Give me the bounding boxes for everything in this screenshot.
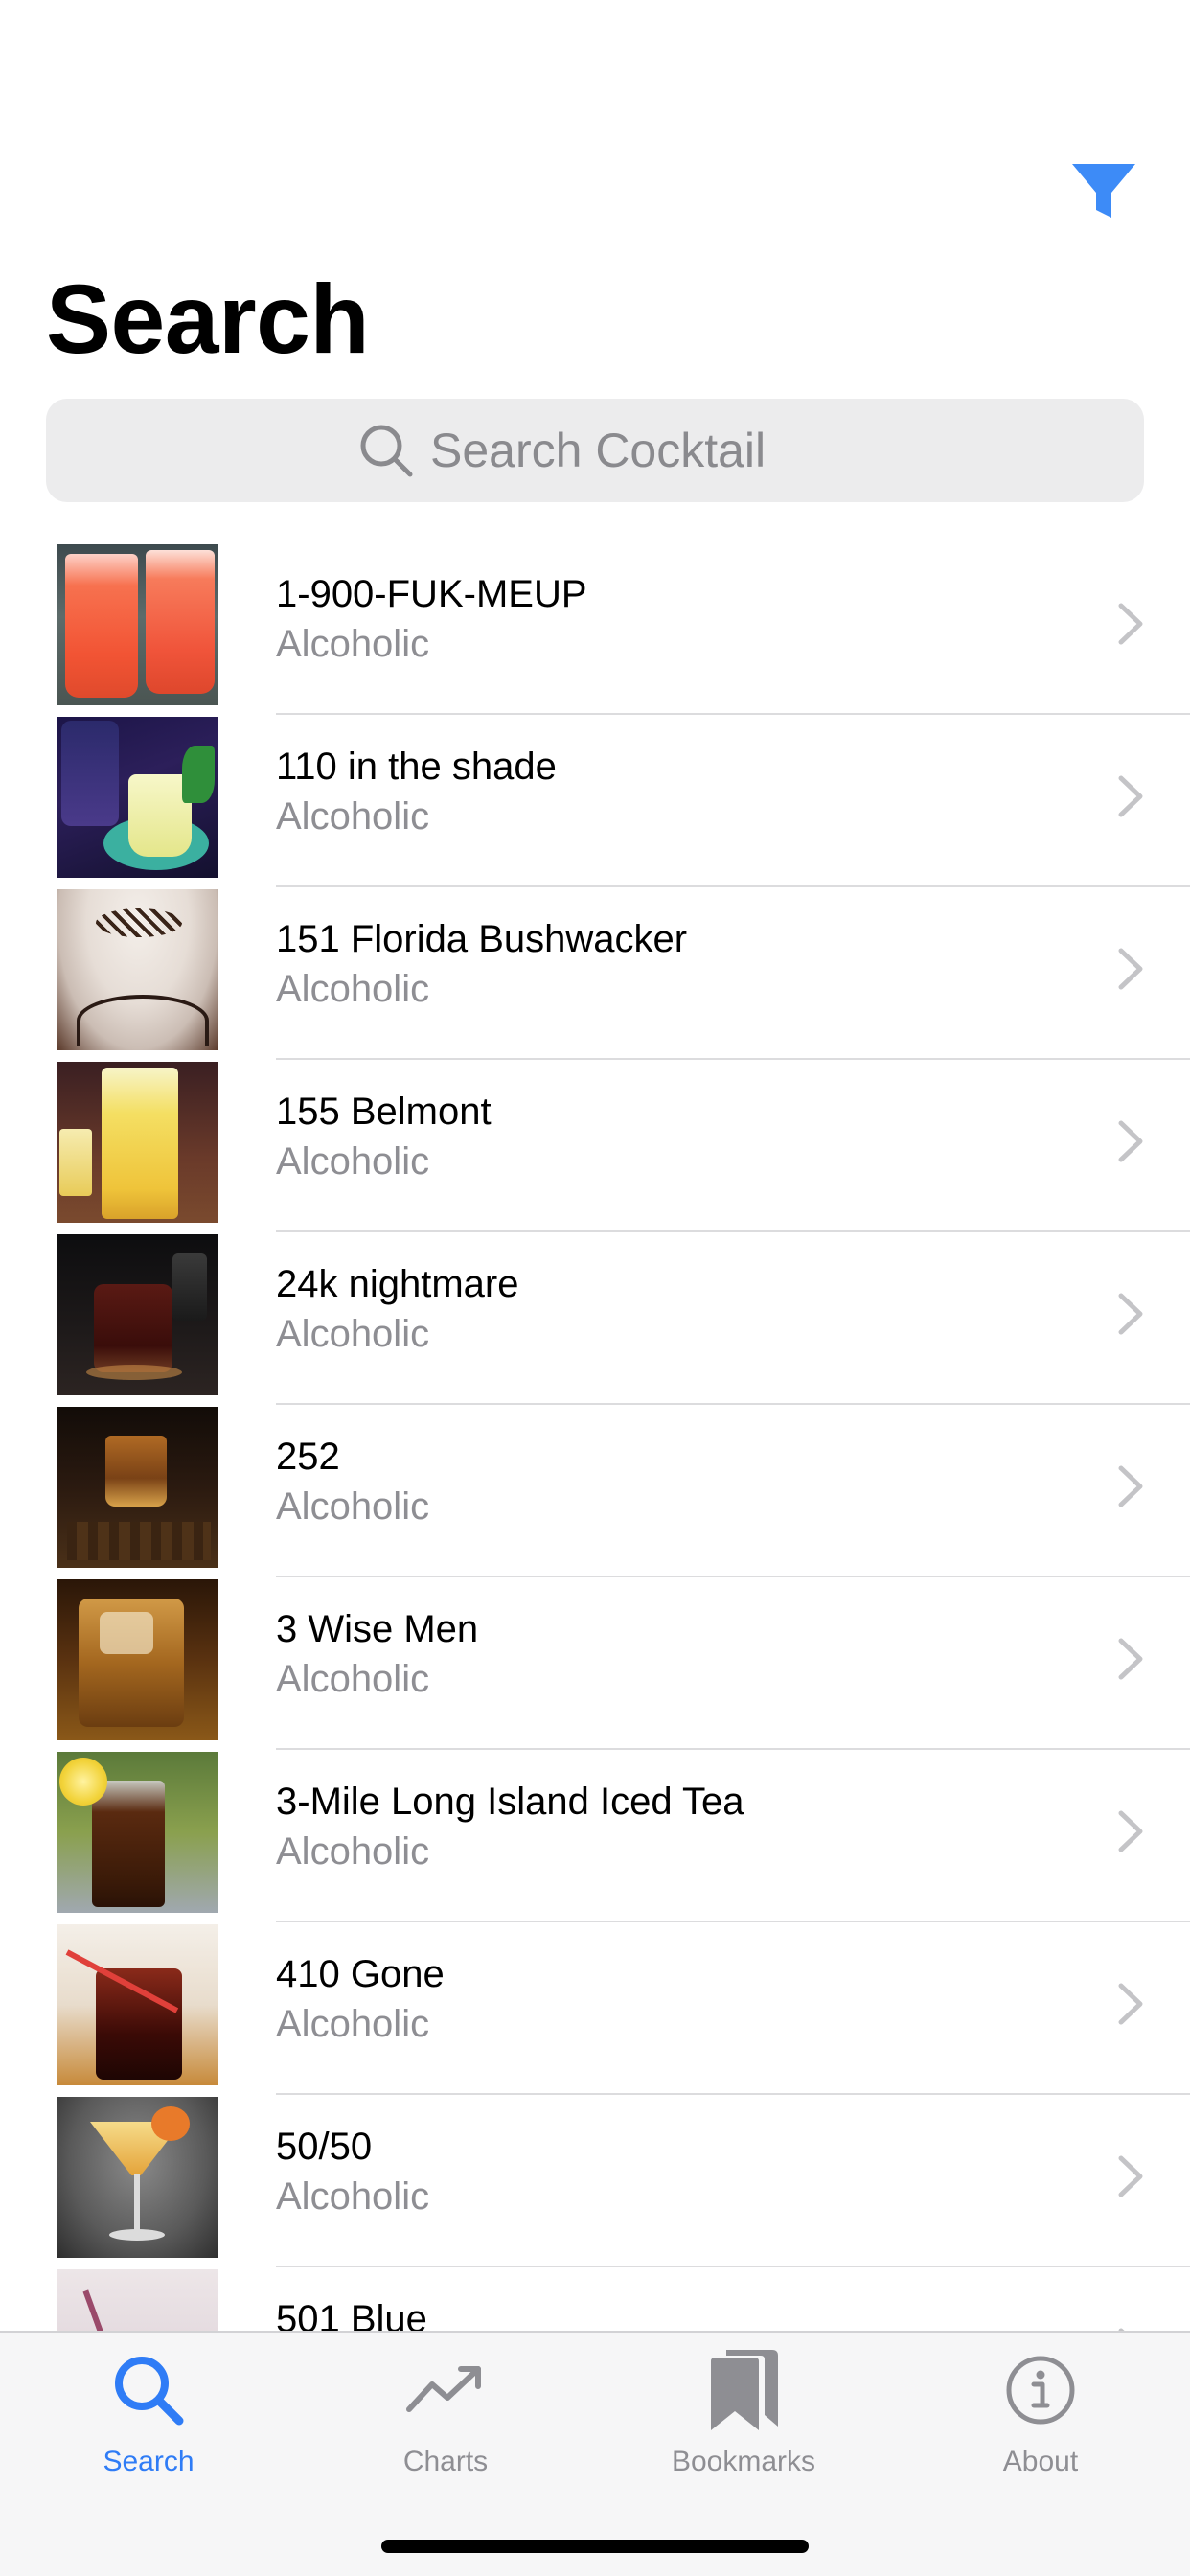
list-item[interactable]: 3 Wise Men Alcoholic: [0, 1577, 1190, 1750]
cocktail-category: Alcoholic: [276, 1313, 430, 1355]
chevron-right-icon: [1118, 775, 1143, 817]
cocktail-thumbnail: [57, 1062, 218, 1223]
tab-label: Search: [103, 2446, 195, 2477]
search-bar[interactable]: [46, 399, 1144, 502]
tab-label: Bookmarks: [671, 2446, 816, 2477]
tab-label: About: [1002, 2446, 1079, 2477]
screen: Search 1-900-FUK-MEUP Alcoholic: [0, 0, 1190, 2576]
tab-bookmarks[interactable]: Bookmarks: [629, 2342, 858, 2505]
cocktail-name: 151 Florida Bushwacker: [276, 918, 688, 960]
cocktail-name: 50/50: [276, 2126, 373, 2168]
filter-button[interactable]: [1065, 153, 1142, 230]
cocktail-thumbnail: [57, 889, 218, 1050]
list-item[interactable]: 3-Mile Long Island Iced Tea Alcoholic: [0, 1750, 1190, 1922]
bookmarks-icon: [696, 2342, 791, 2438]
cocktail-category: Alcoholic: [276, 968, 430, 1010]
cocktail-category: Alcoholic: [276, 1658, 430, 1700]
chevron-right-icon: [1118, 1465, 1143, 1507]
cocktail-category: Alcoholic: [276, 623, 430, 665]
cocktail-category: Alcoholic: [276, 1485, 430, 1528]
tab-about[interactable]: About: [926, 2342, 1156, 2505]
list-item[interactable]: 50/50 Alcoholic: [0, 2095, 1190, 2267]
cocktail-list: 1-900-FUK-MEUP Alcoholic 110 in the shad…: [0, 542, 1190, 2440]
list-item[interactable]: 24k nightmare Alcoholic: [0, 1232, 1190, 1405]
cocktail-thumbnail: [57, 544, 218, 705]
info-circle-icon: [993, 2342, 1088, 2438]
cocktail-category: Alcoholic: [276, 2175, 430, 2218]
cocktail-name: 252: [276, 1436, 340, 1478]
home-indicator[interactable]: [381, 2540, 809, 2553]
tab-search[interactable]: Search: [34, 2342, 263, 2505]
cocktail-name: 1-900-FUK-MEUP: [276, 573, 587, 615]
chevron-right-icon: [1118, 1638, 1143, 1680]
cocktail-name: 24k nightmare: [276, 1263, 519, 1305]
chevron-right-icon: [1118, 1293, 1143, 1335]
chevron-right-icon: [1118, 603, 1143, 645]
list-item[interactable]: 410 Gone Alcoholic: [0, 1922, 1190, 2095]
cocktail-thumbnail: [57, 1924, 218, 2085]
magnifying-glass-icon: [357, 422, 415, 479]
funnel-filter-icon: [1072, 164, 1135, 218]
tab-label: Charts: [402, 2446, 489, 2477]
cocktail-category: Alcoholic: [276, 2003, 430, 2045]
chevron-right-icon: [1118, 948, 1143, 990]
cocktail-name: 3-Mile Long Island Iced Tea: [276, 1781, 744, 1823]
cocktail-name: 110 in the shade: [276, 746, 557, 788]
cocktail-category: Alcoholic: [276, 795, 430, 838]
cocktail-thumbnail: [57, 1752, 218, 1913]
list-item[interactable]: 155 Belmont Alcoholic: [0, 1060, 1190, 1232]
cocktail-category: Alcoholic: [276, 1140, 430, 1183]
cocktail-name: 155 Belmont: [276, 1091, 492, 1133]
list-item[interactable]: 252 Alcoholic: [0, 1405, 1190, 1577]
list-item[interactable]: 151 Florida Bushwacker Alcoholic: [0, 887, 1190, 1060]
cocktail-thumbnail: [57, 1579, 218, 1740]
chevron-right-icon: [1118, 1983, 1143, 2025]
cocktail-thumbnail: [57, 1407, 218, 1568]
tab-charts[interactable]: Charts: [331, 2342, 561, 2505]
cocktail-name: 410 Gone: [276, 1953, 445, 1995]
cocktail-thumbnail: [57, 1234, 218, 1395]
list-item[interactable]: 1-900-FUK-MEUP Alcoholic: [0, 542, 1190, 715]
chart-trend-icon: [398, 2342, 493, 2438]
cocktail-thumbnail: [57, 717, 218, 878]
chevron-right-icon: [1118, 1810, 1143, 1852]
cocktail-category: Alcoholic: [276, 1830, 430, 1873]
search-input[interactable]: [430, 423, 833, 478]
chevron-right-icon: [1118, 2155, 1143, 2197]
page-title: Search: [46, 264, 370, 374]
chevron-right-icon: [1118, 1120, 1143, 1162]
cocktail-name: 3 Wise Men: [276, 1608, 479, 1650]
search-icon: [101, 2342, 196, 2438]
cocktail-thumbnail: [57, 2097, 218, 2258]
list-item[interactable]: 110 in the shade Alcoholic: [0, 715, 1190, 887]
